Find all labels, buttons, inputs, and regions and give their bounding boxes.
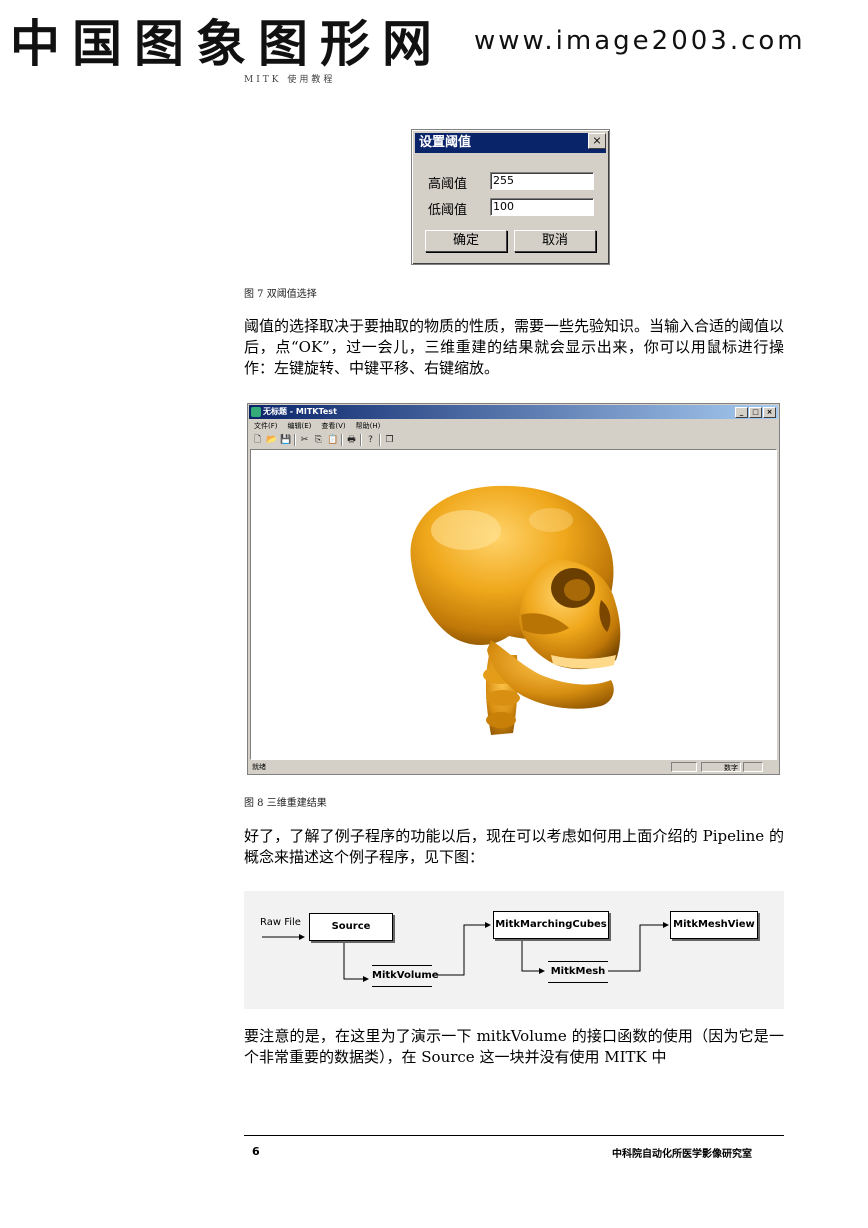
toolbar-separator	[294, 434, 296, 446]
menu-edit[interactable]: 编辑(E)	[288, 420, 312, 432]
toolbar: 🗋 📂 💾 ✂ ⎘ 📋 🖶 ? ❐	[252, 433, 395, 447]
ok-button[interactable]: 确定	[425, 230, 507, 252]
footer-rule	[244, 1135, 784, 1136]
mesh-view-box: MitkMeshView	[670, 911, 758, 939]
copy-icon[interactable]: ⎘	[313, 435, 324, 446]
raw-file-label: Raw File	[260, 917, 301, 928]
figure-7-caption: 图 7 双阈值选择	[244, 289, 317, 300]
status-panel	[671, 762, 697, 772]
close-icon[interactable]: ×	[588, 133, 606, 149]
site-watermark: 中国图象图形网	[10, 14, 444, 73]
mitk-mesh-data: MitkMesh	[548, 961, 608, 983]
dialog-title: 设置阈值	[415, 133, 606, 153]
paste-icon[interactable]: 📋	[327, 435, 338, 446]
paragraph-3: 要注意的是，在这里为了演示一下 mitkVolume 的接口函数的使用（因为它是…	[244, 1027, 784, 1066]
status-ready: 就绪	[252, 763, 266, 771]
toolbar-separator	[341, 434, 343, 446]
menu-help[interactable]: 帮助(H)	[356, 420, 381, 432]
pipeline-diagram: Raw File Source MitkVolume MitkMarchingC…	[244, 891, 784, 1009]
low-threshold-input[interactable]: 100	[490, 198, 594, 216]
page-number: 6	[252, 1145, 260, 1158]
render-viewport[interactable]	[250, 449, 777, 760]
statusbar: 就绪 数字	[250, 762, 777, 773]
marching-cubes-box: MitkMarchingCubes	[493, 911, 609, 939]
paragraph-1: 阈值的选择取决于要抽取的物质的性质，需要一些先验知识。当输入合适的阈值以后，点“…	[244, 317, 785, 377]
close-window-icon[interactable]: ×	[763, 407, 776, 418]
new-icon[interactable]: 🗋	[252, 435, 263, 446]
app-title-text: 无标题 - MITKTest	[263, 407, 337, 416]
maximize-icon[interactable]: □	[749, 407, 762, 418]
footer-organization: 中科院自动化所医学影像研究室	[612, 1149, 752, 1160]
status-panel	[743, 762, 763, 772]
running-head: MITK 使用教程	[244, 75, 336, 85]
menu-view[interactable]: 查看(V)	[321, 420, 345, 432]
menubar: 文件(F) 编辑(E) 查看(V) 帮助(H)	[250, 420, 380, 432]
menu-file[interactable]: 文件(F)	[254, 420, 278, 432]
pipeline-connectors	[262, 922, 669, 982]
paragraph-2: 好了，了解了例子程序的功能以后，现在可以考虑如何用上面介绍的 Pipeline …	[244, 827, 784, 866]
window-icon[interactable]: ❐	[384, 435, 395, 446]
save-icon[interactable]: 💾	[280, 435, 291, 446]
status-numlock: 数字	[701, 762, 741, 772]
print-icon[interactable]: 🖶	[346, 435, 357, 446]
cancel-button[interactable]: 取消	[514, 230, 596, 252]
low-threshold-label: 低阈值	[428, 203, 468, 218]
high-threshold-label: 高阈值	[428, 177, 468, 192]
figure-8-caption: 图 8 三维重建结果	[244, 798, 327, 809]
app-icon	[251, 407, 261, 417]
app-window: 无标题 - MITKTest _ □ × 文件(F) 编辑(E) 查看(V) 帮…	[247, 403, 780, 775]
skull-render	[410, 485, 621, 735]
toolbar-separator	[360, 434, 362, 446]
cut-icon[interactable]: ✂	[299, 435, 310, 446]
threshold-dialog: 设置阈值 × 高阈值 255 低阈值 100 确定 取消	[411, 129, 610, 265]
open-icon[interactable]: 📂	[266, 435, 277, 446]
site-url: www.image2003.com	[474, 26, 806, 56]
mitk-volume-data: MitkVolume	[372, 965, 439, 987]
source-box: Source	[309, 913, 393, 941]
toolbar-separator	[379, 434, 381, 446]
minimize-icon[interactable]: _	[735, 407, 748, 418]
app-titlebar: 无标题 - MITKTest _ □ ×	[249, 405, 778, 419]
help-icon[interactable]: ?	[365, 435, 376, 446]
high-threshold-input[interactable]: 255	[490, 172, 594, 190]
